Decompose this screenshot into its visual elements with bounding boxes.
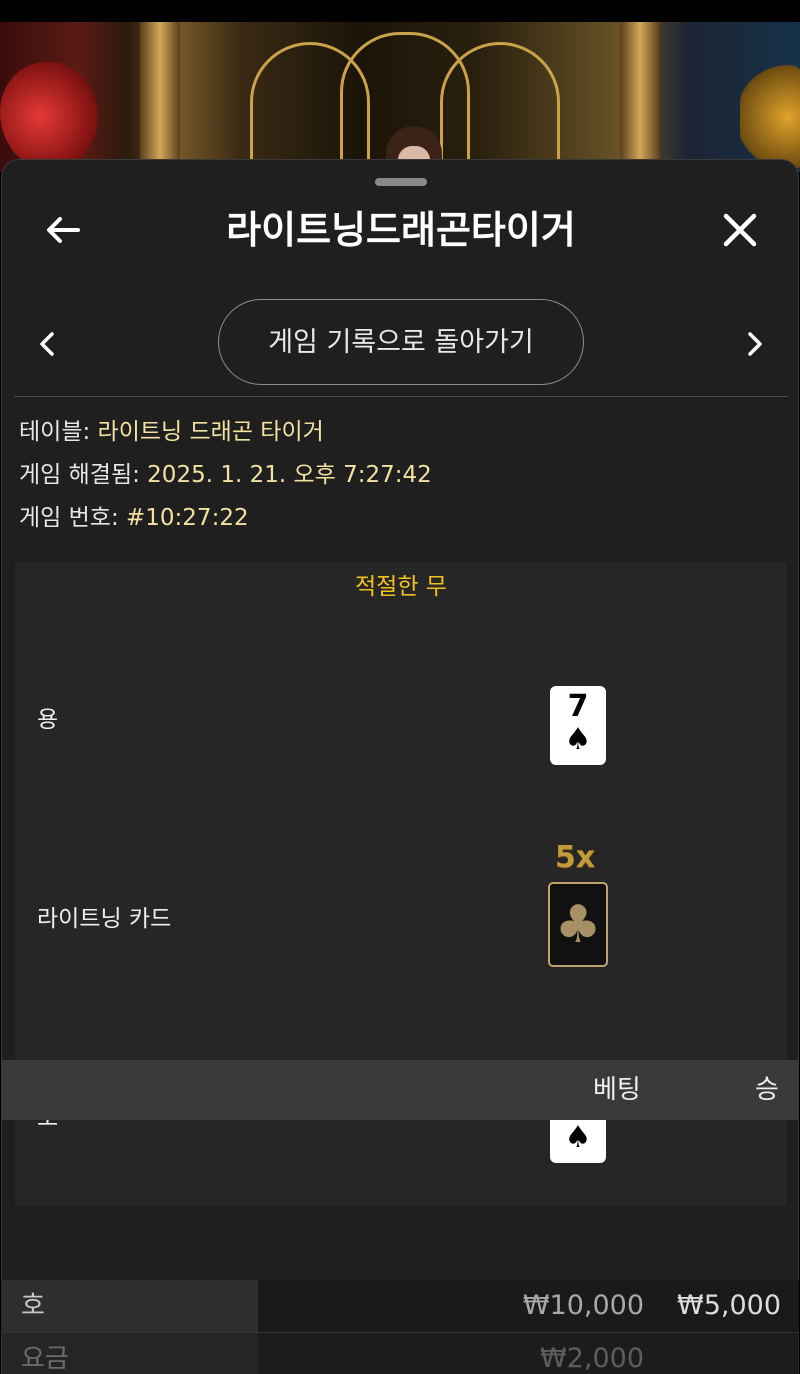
dragon-label: 용 [37,707,59,733]
table-label: 테이블: [19,419,98,445]
result-title: 적절한 무 [355,574,447,600]
page-title: 라이트닝드래곤타이거 [226,208,576,252]
gold-pillar-left [140,22,180,172]
bet-amount: ₩10,000 [522,1290,644,1321]
close-icon[interactable] [718,208,762,252]
divider [14,396,788,397]
game-number-info: 게임 번호: #10:27:22 [19,502,249,534]
game-number-label: 게임 번호: [19,505,127,531]
gold-arch [440,42,560,172]
resolved-info: 게임 해결됨: 2025. 1. 21. 오후 7:27:42 [19,459,432,491]
table-info: 테이블: 라이트닝 드래곤 타이거 [19,416,324,448]
chevron-right-icon[interactable] [738,328,770,360]
status-bar [0,0,800,22]
win-amount: ₩5,000 [677,1290,781,1321]
bet-amount: ₩2,000 [540,1343,644,1374]
spade-icon: ♠ [564,1120,592,1155]
tiger-statue [740,62,800,172]
column-bet: 베팅 [593,1075,641,1105]
game-number-value: #10:27:22 [126,505,249,531]
lightning-multiplier: 5x [555,840,596,875]
bet-name-cell: 호 [1,1280,258,1332]
back-to-history-button[interactable]: 게임 기록으로 돌아가기 [218,299,584,385]
lightning-card: ♣ [548,882,608,967]
game-details-sheet: 라이트닝드래곤타이거 게임 기록으로 돌아가기 테이블: 라이트닝 드래곤 타이… [1,159,799,1374]
chevron-left-icon[interactable] [32,328,64,360]
gold-pillar-right [620,22,660,172]
resolved-value: 2025. 1. 21. 오후 7:27:42 [147,462,432,488]
club-icon: ♣ [554,895,602,955]
spade-icon: ♠ [564,722,592,757]
bets-table-header: 베팅 승 [1,1060,799,1120]
sheet-grabber-handle[interactable] [375,178,427,186]
table-row: 요금 ₩2,000 [1,1333,799,1374]
dragon-card: 7 ♠ [550,686,606,765]
table-value: 라이트닝 드래곤 타이거 [97,419,324,445]
dragon-statue [0,62,100,172]
card-rank: 7 [567,689,589,724]
arrow-left-icon[interactable] [42,208,86,252]
lightning-card-label: 라이트닝 카드 [37,906,172,932]
bet-name: 호 [21,1291,45,1321]
bet-name-cell: 요금 [1,1333,258,1374]
table-row: 호 ₩10,000 ₩5,000 [1,1280,799,1333]
column-win: 승 [755,1075,779,1105]
bet-name: 요금 [21,1344,69,1374]
live-video-backdrop [0,22,800,172]
resolved-label: 게임 해결됨: [19,462,148,488]
